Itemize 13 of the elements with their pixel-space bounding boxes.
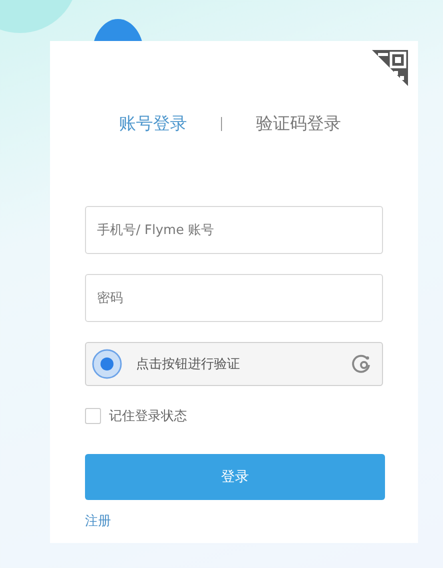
- remember-label: 记住登录状态: [109, 408, 187, 425]
- remember-checkbox[interactable]: [85, 408, 101, 424]
- register-link[interactable]: 注册: [85, 512, 111, 530]
- captcha-button[interactable]: 点击按钮进行验证: [85, 342, 383, 386]
- refresh-icon[interactable]: [350, 353, 372, 375]
- login-tab[interactable]: 验证码登录: [256, 112, 341, 135]
- input-field[interactable]: 密码: [85, 274, 383, 322]
- input-field[interactable]: 手机号/ Flyme 账号: [85, 206, 383, 254]
- captcha-label: 点击按钮进行验证: [136, 356, 241, 373]
- target-icon: [92, 349, 122, 379]
- login-button[interactable]: 登录: [85, 454, 385, 500]
- login-tab[interactable]: 账号登录: [119, 112, 187, 135]
- qr-code-icon[interactable]: [372, 50, 408, 86]
